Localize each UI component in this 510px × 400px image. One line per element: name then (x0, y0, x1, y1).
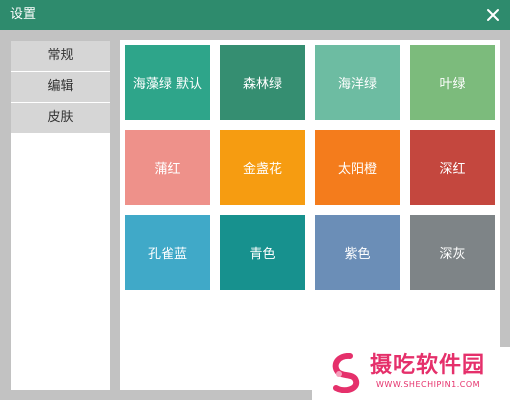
settings-nav: 常规 编辑 皮肤 (11, 41, 110, 390)
skin-tile[interactable]: 紫色 (315, 215, 400, 290)
watermark-url: WWW.SHECHIPIN1.COM (376, 380, 481, 389)
skin-tile[interactable]: 金盏花 (220, 130, 305, 205)
close-button[interactable] (482, 4, 504, 26)
nav-item-edit[interactable]: 编辑 (11, 72, 110, 102)
window-title: 设置 (10, 7, 37, 22)
watermark-text: 摄吃软件园 (370, 353, 486, 378)
title-bar: 设置 (0, 0, 510, 30)
nav-item-general[interactable]: 常规 (11, 41, 110, 71)
skin-tile[interactable]: 蒲红 (125, 130, 210, 205)
watermark: 摄吃软件园 WWW.SHECHIPIN1.COM (312, 347, 510, 400)
skin-tile[interactable]: 叶绿 (410, 45, 495, 120)
nav-item-skin[interactable]: 皮肤 (11, 103, 110, 133)
skin-tile[interactable]: 深红 (410, 130, 495, 205)
watermark-logo-icon (332, 353, 360, 393)
close-icon (487, 9, 499, 21)
skin-panel: 海藻绿 默认 森林绿 海洋绿 叶绿 蒲红 金盏花 太阳橙 深红 孔雀蓝 青色 紫… (120, 40, 500, 390)
skin-tile[interactable]: 海洋绿 (315, 45, 400, 120)
skin-tile[interactable]: 森林绿 (220, 45, 305, 120)
skin-tile[interactable]: 深灰 (410, 215, 495, 290)
skin-tile[interactable]: 海藻绿 默认 (125, 45, 210, 120)
skin-tile[interactable]: 太阳橙 (315, 130, 400, 205)
skin-tile[interactable]: 青色 (220, 215, 305, 290)
skin-tile[interactable]: 孔雀蓝 (125, 215, 210, 290)
